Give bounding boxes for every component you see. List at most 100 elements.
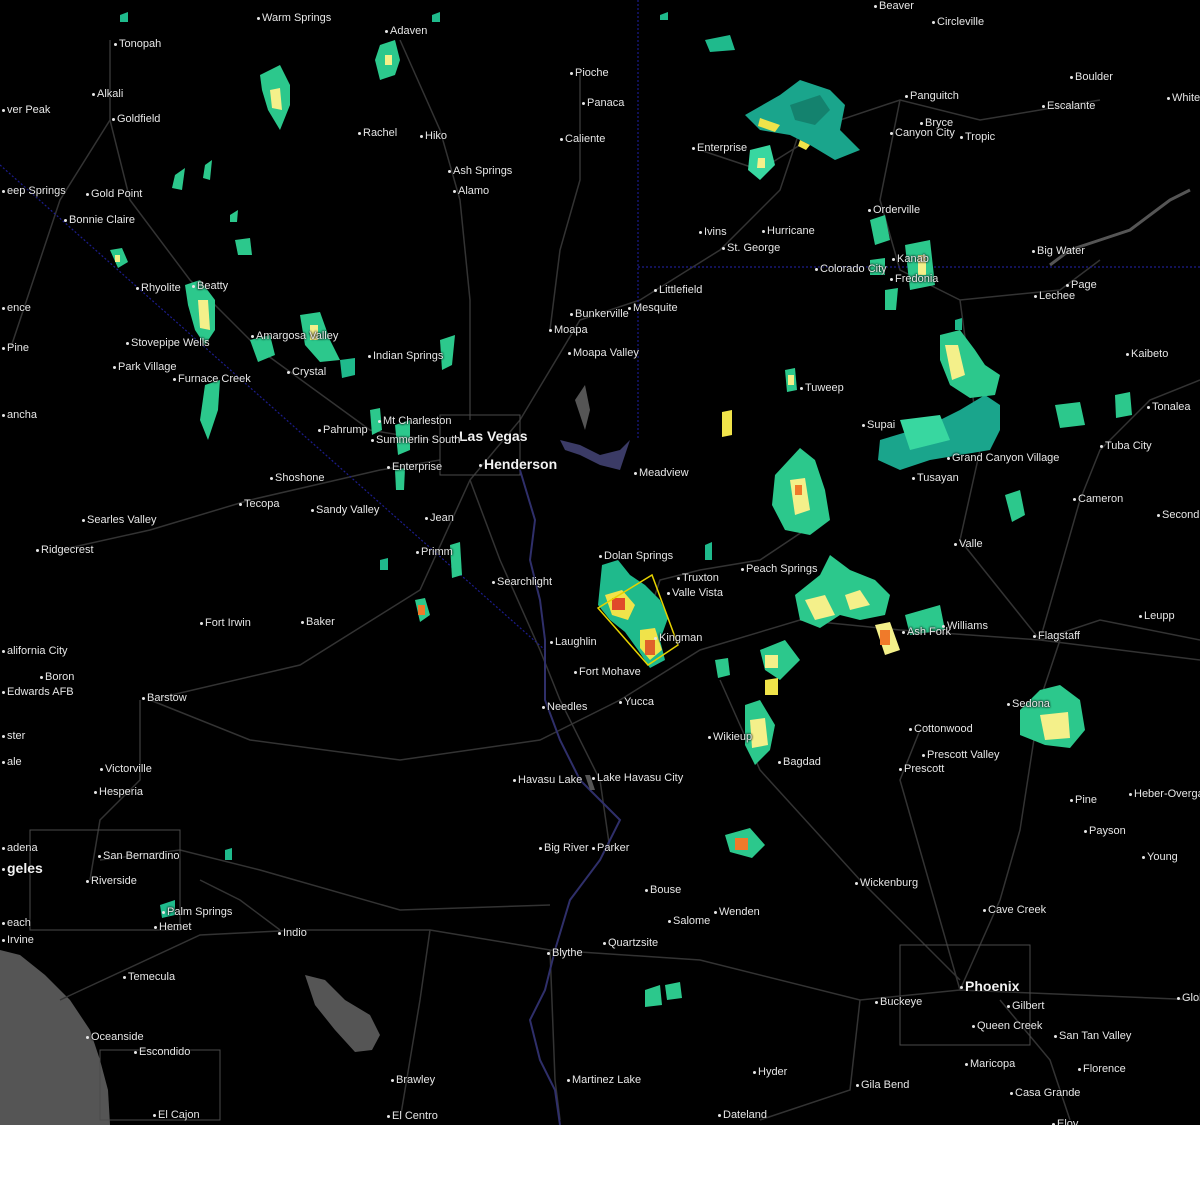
city-label: El Cajon bbox=[151, 1109, 200, 1121]
city-name: Sedona bbox=[1012, 698, 1050, 710]
city-label: Oceanside bbox=[84, 1031, 144, 1043]
city-label: Cameron bbox=[1071, 493, 1123, 505]
city-label: Tonalea bbox=[1145, 401, 1191, 413]
city-label: Hiko bbox=[418, 130, 447, 142]
city-name: Las Vegas bbox=[459, 428, 528, 444]
city-label: Gila Bend bbox=[854, 1079, 909, 1091]
city-label: Jean bbox=[423, 512, 454, 524]
city-name: Payson bbox=[1089, 825, 1126, 837]
city-dot-icon bbox=[1007, 702, 1010, 706]
city-dot-icon bbox=[1010, 1091, 1013, 1095]
city-dot-icon bbox=[855, 881, 858, 885]
city-label: ancha bbox=[0, 409, 37, 421]
city-dot-icon bbox=[960, 135, 963, 139]
city-name: Laughlin bbox=[555, 636, 597, 648]
city-dot-icon bbox=[800, 386, 803, 390]
city-dot-icon bbox=[92, 92, 95, 96]
city-dot-icon bbox=[965, 1062, 968, 1066]
city-name: Pioche bbox=[575, 67, 609, 79]
city-label: Primm bbox=[414, 546, 453, 558]
city-dot-icon bbox=[778, 760, 781, 764]
city-dot-icon bbox=[1142, 855, 1145, 859]
city-name: Brawley bbox=[396, 1074, 436, 1086]
city-label: El Centro bbox=[385, 1110, 438, 1122]
city-dot-icon bbox=[677, 576, 680, 580]
city-name: Beaver bbox=[879, 0, 914, 12]
city-name: Hesperia bbox=[99, 786, 144, 798]
city-label: Shoshone bbox=[268, 472, 325, 484]
city-dot-icon bbox=[425, 516, 428, 520]
city-dot-icon bbox=[542, 705, 545, 709]
city-dot-icon bbox=[874, 4, 877, 8]
city-label: Lechee bbox=[1032, 290, 1075, 302]
city-dot-icon bbox=[568, 351, 571, 355]
city-name: Colorado City bbox=[820, 263, 887, 275]
city-label: Stovepipe Wells bbox=[124, 337, 210, 349]
city-label: Riverside bbox=[84, 875, 137, 887]
city-name: Dolan Springs bbox=[604, 550, 674, 562]
city-label: Rhyolite bbox=[134, 282, 181, 294]
city-label: Gold Point bbox=[84, 188, 142, 200]
city-dot-icon bbox=[2, 690, 5, 694]
city-name: Young bbox=[1147, 851, 1178, 863]
city-name: Alkali bbox=[97, 88, 124, 100]
city-name: Searles Valley bbox=[87, 514, 157, 526]
city-dot-icon bbox=[1032, 249, 1035, 253]
city-name: Park Village bbox=[118, 361, 177, 373]
city-dot-icon bbox=[547, 951, 550, 955]
city-name: Bagdad bbox=[783, 756, 821, 768]
city-dot-icon bbox=[2, 108, 5, 112]
city-dot-icon bbox=[385, 29, 388, 33]
city-dot-icon bbox=[909, 727, 912, 731]
city-dot-icon bbox=[1078, 1067, 1081, 1071]
city-dot-icon bbox=[1129, 792, 1132, 796]
city-dot-icon bbox=[86, 192, 89, 196]
city-label: Indio bbox=[276, 927, 307, 939]
city-name: Gold Point bbox=[91, 188, 143, 200]
city-dot-icon bbox=[200, 621, 203, 625]
city-dot-icon bbox=[899, 767, 902, 771]
city-name: Ridgecrest bbox=[41, 544, 94, 556]
city-name: Oceanside bbox=[91, 1031, 144, 1043]
city-dot-icon bbox=[1167, 96, 1170, 100]
city-name: Amargosa Valley bbox=[256, 330, 339, 342]
city-dot-icon bbox=[645, 888, 648, 892]
city-name: Tonalea bbox=[1152, 401, 1191, 413]
city-label: Flagstaff bbox=[1031, 630, 1080, 642]
city-label: Valle Vista bbox=[665, 587, 723, 599]
city-dot-icon bbox=[114, 42, 117, 46]
city-label: White C bbox=[1165, 92, 1200, 104]
city-label: Moapa bbox=[547, 324, 588, 336]
city-label: Rachel bbox=[356, 127, 397, 139]
city-name: Hemet bbox=[159, 921, 192, 933]
city-name: Gilbert bbox=[1012, 1000, 1045, 1012]
city-dot-icon bbox=[592, 776, 595, 780]
city-label: ale bbox=[0, 756, 22, 768]
city-dot-icon bbox=[954, 542, 957, 546]
city-name: Rhyolite bbox=[141, 282, 181, 294]
city-label: Park Village bbox=[111, 361, 177, 373]
city-name: Summerlin South bbox=[376, 434, 461, 446]
city-label: Dolan Springs bbox=[597, 550, 673, 562]
city-name: Furnace Creek bbox=[178, 373, 251, 385]
city-label: Havasu Lake bbox=[511, 774, 582, 786]
city-dot-icon bbox=[86, 1035, 89, 1039]
city-dot-icon bbox=[311, 508, 314, 512]
city-name: El Cajon bbox=[158, 1109, 200, 1121]
city-dot-icon bbox=[136, 286, 139, 290]
city-dot-icon bbox=[1033, 634, 1036, 638]
city-label: Victorville bbox=[98, 763, 152, 775]
footer-blank bbox=[0, 1125, 1200, 1200]
city-dot-icon bbox=[2, 189, 5, 193]
city-dot-icon bbox=[387, 465, 390, 469]
city-label: San Bernardino bbox=[96, 850, 179, 862]
city-name: Salome bbox=[673, 915, 711, 927]
radar-map[interactable] bbox=[0, 0, 1200, 1125]
city-name: Pine bbox=[7, 342, 30, 354]
city-dot-icon bbox=[875, 1000, 878, 1004]
city-label: Grand Canyon Village bbox=[945, 452, 1059, 464]
city-name: Tuweep bbox=[805, 382, 844, 394]
city-dot-icon bbox=[98, 854, 101, 858]
city-label: Orderville bbox=[866, 204, 920, 216]
city-name: Goldfield bbox=[117, 113, 161, 125]
